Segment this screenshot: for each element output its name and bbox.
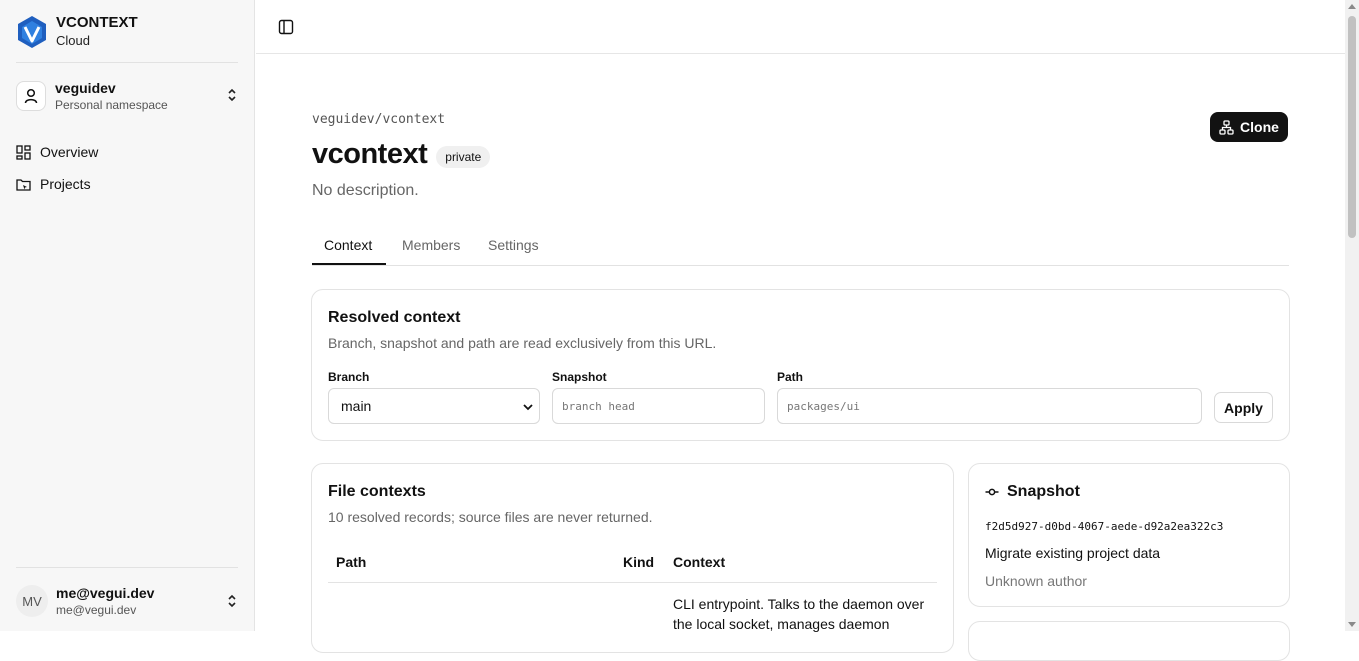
page-scrollbar[interactable]	[1345, 0, 1359, 631]
project-description: No description.	[312, 182, 419, 199]
projects-icon	[16, 178, 31, 191]
sidebar-item-label: Projects	[40, 176, 91, 192]
top-bar	[256, 0, 1345, 54]
chevron-down-icon	[523, 404, 533, 411]
avatar: MV	[16, 585, 48, 617]
page-title: vcontext	[312, 138, 428, 170]
namespace-text: veguidev Personal namespace	[55, 79, 168, 113]
tab-bar: Context Members Settings	[312, 230, 1289, 266]
card-subtitle: Branch, snapshot and path are read exclu…	[328, 335, 717, 351]
branch-value: main	[341, 398, 372, 414]
namespace-name: veguidev	[55, 80, 116, 96]
path-label: Path	[777, 370, 804, 384]
sidebar-item-label: Overview	[40, 144, 99, 160]
column-header-path[interactable]: Path	[336, 554, 366, 570]
resolved-context-card: Resolved context Branch, snapshot and pa…	[311, 289, 1290, 441]
snapshot-card: Snapshot f2d5d927-d0bd-4067-aede-d92a2ea…	[968, 463, 1290, 607]
sidebar-divider	[16, 567, 238, 568]
snapshot-author: Unknown author	[985, 573, 1087, 589]
sidebar-item-overview[interactable]: Overview	[16, 144, 98, 160]
commit-icon	[985, 488, 999, 496]
scrollbar-thumb[interactable]	[1348, 16, 1356, 238]
breadcrumb[interactable]: veguidev/vcontext	[312, 112, 445, 127]
vcontext-logo	[18, 15, 46, 48]
scroll-up-icon[interactable]	[1348, 4, 1356, 9]
clone-label: Clone	[1240, 119, 1279, 135]
sidebar-item-projects[interactable]: Projects	[16, 176, 91, 192]
sidebar-divider	[16, 62, 238, 63]
tab-settings[interactable]: Settings	[488, 237, 539, 253]
user-name: me@vegui.dev	[56, 584, 155, 601]
path-placeholder: packages/ui	[787, 399, 860, 413]
snapshot-label: Snapshot	[552, 370, 607, 384]
brand[interactable]: VCONTEXT Cloud	[16, 14, 138, 49]
user-text: me@vegui.dev me@vegui.dev	[56, 585, 154, 618]
snapshot-placeholder: branch head	[562, 399, 635, 413]
project-title-row: vcontext private	[312, 138, 491, 171]
file-contexts-card: File contexts 10 resolved records; sourc…	[311, 463, 954, 653]
apply-button[interactable]: Apply	[1214, 392, 1273, 423]
table-header-divider	[328, 582, 937, 583]
sidebar: VCONTEXT Cloud veguidev Personal namespa…	[0, 0, 255, 631]
namespace-subtitle: Personal namespace	[55, 98, 168, 112]
tab-context[interactable]: Context	[324, 237, 372, 253]
card-title: File contexts	[328, 483, 426, 500]
chevron-updown-icon	[228, 594, 236, 608]
column-header-kind[interactable]: Kind	[623, 554, 654, 570]
row-context: CLI entrypoint. Talks to the daemon over…	[673, 596, 925, 632]
branch-select[interactable]: main	[328, 388, 540, 424]
brand-subtitle: Cloud	[56, 33, 90, 48]
user-email: me@vegui.dev	[56, 602, 137, 617]
snapshot-id: f2d5d927-d0bd-4067-aede-d92a2ea322c3	[985, 520, 1224, 533]
visibility-badge: private	[436, 145, 491, 168]
snapshot-input[interactable]: branch head	[552, 388, 765, 424]
card-title: Resolved context	[328, 309, 461, 326]
snapshot-message: Migrate existing project data	[985, 545, 1161, 561]
active-tab-indicator	[312, 263, 386, 265]
namespace-switcher[interactable]: veguidev Personal namespace	[16, 78, 240, 114]
clone-button[interactable]: Clone	[1210, 112, 1288, 142]
tab-members[interactable]: Members	[402, 237, 460, 253]
card-subtitle: 10 resolved records; source files are ne…	[328, 509, 653, 525]
scroll-down-icon[interactable]	[1348, 622, 1356, 627]
user-menu[interactable]: MV me@vegui.dev me@vegui.dev	[16, 583, 240, 619]
network-icon	[1219, 119, 1234, 135]
path-input[interactable]: packages/ui	[777, 388, 1202, 424]
user-icon	[16, 81, 46, 111]
snapshot-heading: Snapshot	[985, 483, 1080, 501]
branch-label: Branch	[328, 370, 370, 384]
grid-icon	[16, 144, 31, 160]
sidebar-toggle-icon[interactable]	[278, 19, 294, 35]
secondary-card	[968, 621, 1290, 661]
column-header-context[interactable]: Context	[673, 554, 725, 570]
brand-text: VCONTEXT Cloud	[56, 14, 138, 49]
snapshot-title: Snapshot	[1007, 483, 1080, 500]
brand-name: VCONTEXT	[56, 14, 138, 31]
chevron-updown-icon	[228, 88, 236, 102]
